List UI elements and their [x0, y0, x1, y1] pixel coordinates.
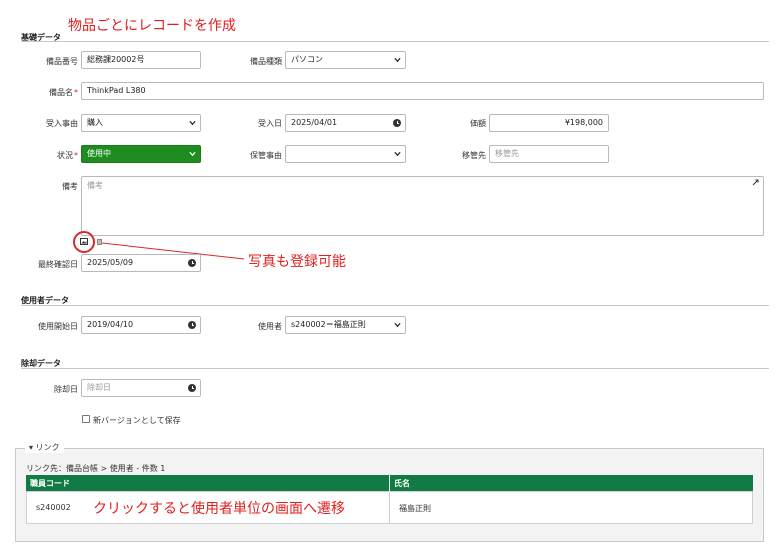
use-start-input[interactable]: 2019/04/10 — [81, 316, 201, 334]
chevron-down-icon — [394, 151, 401, 157]
annotation-create-record: 物品ごとにレコードを作成 — [68, 18, 236, 34]
chevron-down-icon — [189, 120, 196, 126]
received-reason-label: 受入事由 — [46, 119, 78, 128]
received-reason-value: 購入 — [87, 118, 103, 127]
chevron-down-icon — [394, 322, 401, 328]
transfer-placeholder: 移管先 — [495, 149, 519, 158]
link-legend[interactable]: ▾ リンク — [25, 442, 64, 453]
remarks-placeholder: 備考 — [87, 181, 103, 190]
disposal-date-placeholder: 除却日 — [87, 383, 111, 392]
last-check-label: 最終確認日 — [38, 260, 78, 269]
cell-name[interactable]: 福島正則 — [399, 503, 431, 514]
column-divider — [389, 491, 390, 524]
last-check-value: 2025/05/09 — [87, 258, 134, 267]
required-mark: * — [74, 151, 78, 160]
photo-upload-icon[interactable] — [80, 238, 88, 245]
received-date-value: 2025/04/01 — [291, 118, 338, 127]
clock-icon[interactable] — [393, 119, 401, 127]
section-divider — [21, 368, 769, 369]
received-date-input[interactable]: 2025/04/01 — [285, 114, 406, 132]
photo-thumb-icon[interactable] — [97, 239, 102, 245]
expand-icon[interactable] — [752, 179, 759, 186]
item-name-input[interactable]: ThinkPad L380 — [81, 82, 764, 100]
received-reason-select[interactable]: 購入 — [81, 114, 201, 132]
disposal-date-label: 除却日 — [54, 385, 78, 394]
custody-reason-label: 保管事由 — [250, 151, 282, 160]
required-mark: * — [74, 88, 78, 97]
chevron-down-icon — [189, 151, 196, 157]
clock-icon[interactable] — [188, 259, 196, 267]
column-header-name: 氏名 — [394, 479, 410, 488]
transfer-label: 移管先 — [462, 151, 486, 160]
link-path: リンク先：備品台帳 > 使用者 - 件数 1 — [26, 464, 166, 473]
status-select[interactable]: 使用中 — [81, 145, 201, 163]
chevron-down-icon — [394, 57, 401, 63]
last-check-input[interactable]: 2025/05/09 — [81, 254, 201, 272]
item-name-label: 備品名* — [49, 88, 78, 97]
price-input[interactable]: ¥198,000 — [489, 114, 609, 132]
remarks-label: 備考 — [62, 182, 78, 191]
item-no-label: 備品番号 — [46, 57, 78, 66]
user-value: s240002＝福島正則 — [291, 320, 366, 329]
clock-icon[interactable] — [188, 384, 196, 392]
item-type-value: パソコン — [291, 55, 323, 64]
user-label: 使用者 — [258, 322, 282, 331]
price-label: 価額 — [470, 119, 486, 128]
transfer-input[interactable]: 移管先 — [489, 145, 609, 163]
section-divider — [21, 41, 769, 42]
received-date-label: 受入日 — [258, 119, 282, 128]
clock-icon[interactable] — [188, 321, 196, 329]
cell-staff-code[interactable]: s240002 — [36, 503, 71, 512]
use-start-value: 2019/04/10 — [87, 320, 134, 329]
column-header-staff-code: 職員コード — [30, 479, 70, 488]
status-label: 状況* — [57, 151, 78, 160]
use-start-label: 使用開始日 — [38, 322, 78, 331]
annotation-click: クリックすると使用者単位の画面へ遷移 — [93, 501, 345, 517]
section-divider — [21, 305, 769, 306]
disposal-date-input[interactable]: 除却日 — [81, 379, 201, 397]
column-divider — [389, 475, 390, 491]
item-type-select[interactable]: パソコン — [285, 51, 406, 69]
remarks-textarea[interactable]: 備考 — [81, 176, 764, 236]
new-version-label: 新バージョンとして保存 — [93, 416, 181, 425]
item-type-label: 備品種類 — [250, 57, 282, 66]
custody-reason-select[interactable] — [285, 145, 406, 163]
annotation-photo: 写真も登録可能 — [248, 254, 346, 270]
status-value: 使用中 — [87, 149, 111, 158]
user-select[interactable]: s240002＝福島正則 — [285, 316, 406, 334]
item-no-input[interactable]: 総務課20002号 — [81, 51, 201, 69]
new-version-checkbox[interactable] — [82, 415, 90, 423]
